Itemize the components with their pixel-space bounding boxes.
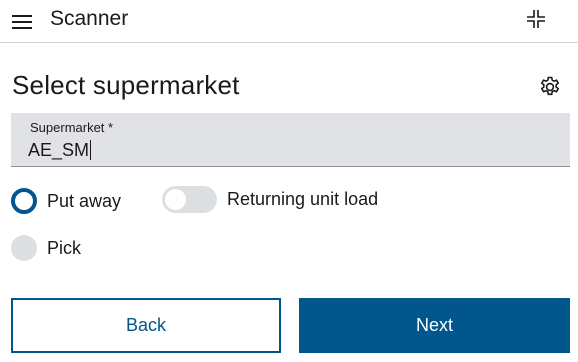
radio-selected-indicator[interactable] [11,188,37,214]
text-cursor [90,140,92,160]
back-button-label: Back [125,315,167,335]
hamburger-menu-icon[interactable] [12,13,34,29]
radio-pick-label: Pick [47,238,82,258]
toggle-thumb [165,189,186,210]
gear-icon[interactable] [538,75,562,99]
returning-unit-load-label: Returning unit load [227,189,379,209]
radio-unselected-indicator[interactable] [11,235,37,261]
toggle-track[interactable] [162,186,217,213]
supermarket-field-label: Supermarket * [30,120,114,135]
page-title: Select supermarket [12,70,240,100]
supermarket-input-value: AE_SM [28,140,90,160]
supermarket-field[interactable]: Supermarket * AE_SM [11,113,570,167]
supermarket-input[interactable]: AE_SM [28,140,92,161]
app-title: Scanner [50,7,129,30]
next-button[interactable]: Next [299,298,570,353]
back-button[interactable]: Back [11,298,281,353]
scan-crosshair-icon[interactable] [526,9,546,29]
radio-put-away-label: Put away [47,191,122,211]
app-bar: Scanner [0,0,578,43]
next-button-label: Next [415,315,453,335]
